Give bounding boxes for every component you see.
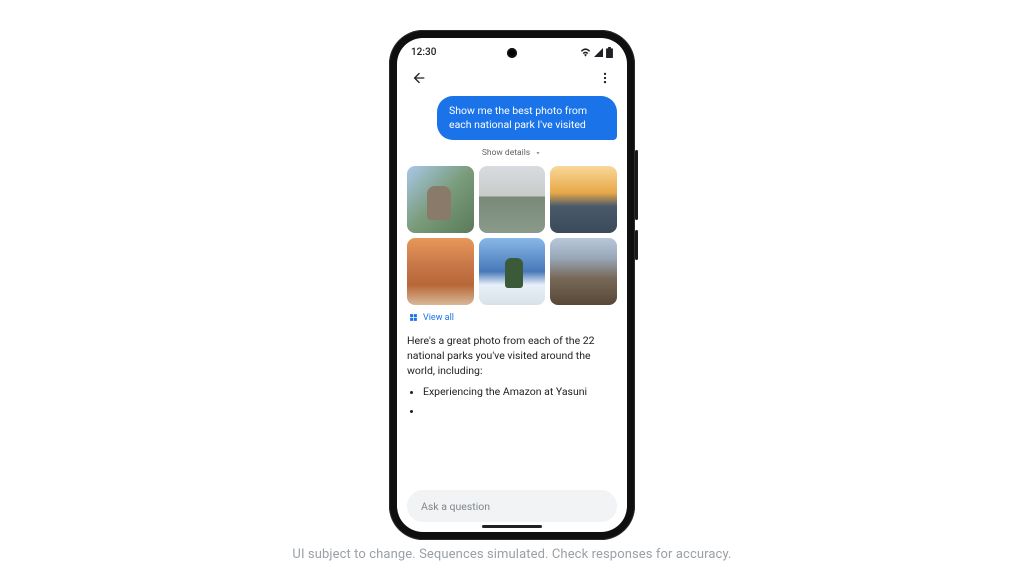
- list-item: Experiencing the Amazon at Yasuni: [423, 384, 617, 401]
- disclaimer-text: UI subject to change. Sequences simulate…: [0, 547, 1024, 562]
- chat-content: Show me the best photo from each nationa…: [397, 96, 627, 480]
- input-placeholder: Ask a question: [421, 500, 490, 513]
- camera-cutout: [507, 48, 517, 58]
- app-bar: [397, 66, 627, 96]
- photo-thumbnail[interactable]: [550, 166, 617, 233]
- grid-icon: [409, 313, 418, 322]
- more-vert-icon: [598, 71, 612, 85]
- photo-thumbnail[interactable]: [479, 166, 546, 233]
- arrow-back-icon: [411, 70, 427, 86]
- ai-response-list: Experiencing the Amazon at Yasuni: [407, 384, 617, 420]
- back-button[interactable]: [407, 66, 431, 90]
- more-button[interactable]: [593, 66, 617, 90]
- photo-thumbnail[interactable]: [550, 238, 617, 305]
- show-details-button[interactable]: Show details: [407, 148, 617, 158]
- chevron-down-icon: [534, 149, 542, 157]
- home-indicator[interactable]: [482, 525, 542, 528]
- question-input[interactable]: Ask a question: [407, 490, 617, 522]
- wifi-icon: [580, 48, 591, 57]
- photo-thumbnail[interactable]: [407, 238, 474, 305]
- status-icons: [580, 47, 613, 58]
- signal-icon: [594, 48, 603, 57]
- show-details-label: Show details: [482, 148, 530, 158]
- user-message-bubble: Show me the best photo from each nationa…: [437, 96, 617, 140]
- ai-response-text: Here's a great photo from each of the 22…: [407, 333, 617, 379]
- view-all-label: View all: [423, 313, 454, 323]
- photo-grid: [407, 166, 617, 304]
- battery-icon: [606, 47, 613, 58]
- photo-thumbnail[interactable]: [407, 166, 474, 233]
- phone-frame: 12:30 Show me the best photo from each: [389, 30, 635, 540]
- view-all-link[interactable]: View all: [409, 313, 617, 323]
- photo-thumbnail[interactable]: [479, 238, 546, 305]
- stage: 12:30 Show me the best photo from each: [0, 0, 1024, 576]
- phone-screen: 12:30 Show me the best photo from each: [397, 38, 627, 532]
- list-item: [423, 403, 617, 420]
- clock: 12:30: [411, 47, 436, 58]
